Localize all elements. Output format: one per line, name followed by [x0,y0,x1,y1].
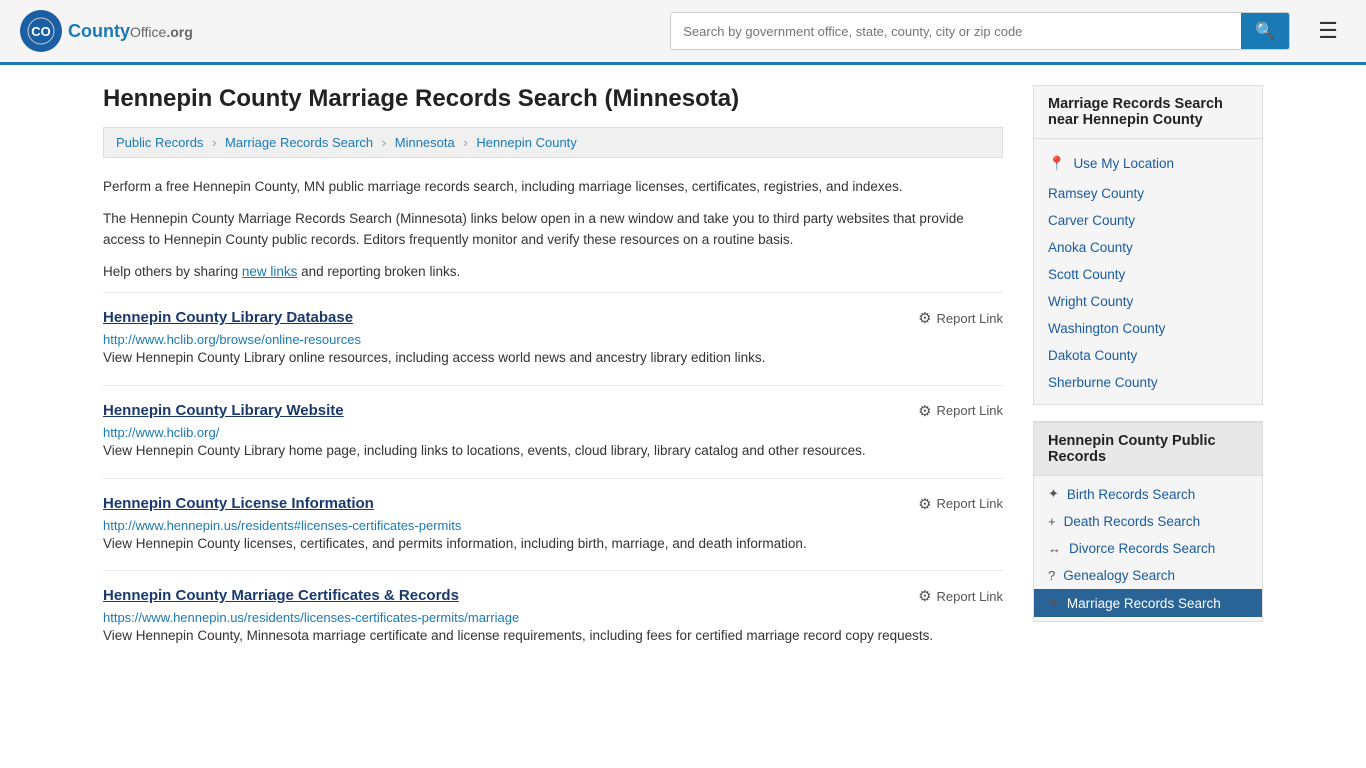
breadcrumb: Public Records › Marriage Records Search… [103,127,1003,158]
link-title[interactable]: Hennepin County Library Database [103,309,353,326]
nearby-county-link[interactable]: Washington County [1048,321,1165,336]
use-location[interactable]: 📍 Use My Location [1034,147,1262,180]
public-records-link[interactable]: Birth Records Search [1067,487,1195,502]
nearby-county-link[interactable]: Anoka County [1048,240,1133,255]
report-icon: ⚙ [918,402,931,420]
page-title: Hennepin County Marriage Records Search … [103,85,1003,113]
nearby-counties-list: Ramsey County Carver County Anoka County Sc… [1034,180,1262,396]
public-records-link[interactable]: Genealogy Search [1063,568,1175,583]
nearby-items: 📍 Use My Location Ramsey County Carver Co… [1034,139,1262,404]
report-icon: ⚙ [918,495,931,513]
public-records-item[interactable]: + Death Records Search [1034,508,1262,535]
nearby-county-item[interactable]: Anoka County [1034,234,1262,261]
nearby-county-link[interactable]: Scott County [1048,267,1125,282]
nearby-title: Marriage Records Search near Hennepin Co… [1034,86,1262,139]
nearby-county-item[interactable]: Wright County [1034,288,1262,315]
use-location-link[interactable]: Use My Location [1073,156,1174,171]
public-records-icon: ? [1048,568,1055,583]
site-header: CO CountyOffice.org 🔍 ☰ [0,0,1366,65]
nearby-county-link[interactable]: Wright County [1048,294,1133,309]
logo-text: CountyOffice.org [68,21,193,42]
main-container: Hennepin County Marriage Records Search … [83,65,1283,683]
public-records-icon: ⚭ [1048,595,1059,611]
link-url[interactable]: http://www.hclib.org/browse/online-resou… [103,332,361,347]
nearby-county-link[interactable]: Dakota County [1048,348,1137,363]
link-desc: View Hennepin County, Minnesota marriage… [103,625,1003,647]
nearby-county-item[interactable]: Ramsey County [1034,180,1262,207]
public-records-link[interactable]: Death Records Search [1064,514,1201,529]
link-desc: View Hennepin County licenses, certifica… [103,533,1003,555]
logo-icon: CO [20,10,62,52]
nearby-county-item[interactable]: Dakota County [1034,342,1262,369]
breadcrumb-marriage-records[interactable]: Marriage Records Search [225,135,373,150]
public-records-list: ✦ Birth Records Search + Death Records S… [1034,476,1262,621]
search-input[interactable] [671,13,1241,49]
link-title[interactable]: Hennepin County Marriage Certificates & … [103,587,459,604]
link-url[interactable]: http://www.hclib.org/ [103,425,219,440]
link-entry: Hennepin County Marriage Certificates & … [103,570,1003,663]
nearby-section: Marriage Records Search near Hennepin Co… [1033,85,1263,405]
link-desc: View Hennepin County Library home page, … [103,440,1003,462]
public-records-title: Hennepin County Public Records [1034,422,1262,476]
search-bar: 🔍 [670,12,1290,50]
menu-button[interactable]: ☰ [1310,14,1346,48]
public-records-link[interactable]: Marriage Records Search [1067,596,1221,611]
report-link[interactable]: ⚙ Report Link [918,402,1003,420]
search-button[interactable]: 🔍 [1241,13,1289,49]
public-records-section: Hennepin County Public Records ✦ Birth R… [1033,421,1263,622]
nearby-county-link[interactable]: Ramsey County [1048,186,1144,201]
link-entries: Hennepin County Library Database ⚙ Repor… [103,292,1003,662]
public-records-icon: ↔ [1048,541,1061,556]
report-link[interactable]: ⚙ Report Link [918,495,1003,513]
nearby-county-link[interactable]: Carver County [1048,213,1135,228]
link-entry: Hennepin County License Information ⚙ Re… [103,478,1003,571]
nearby-county-item[interactable]: Scott County [1034,261,1262,288]
link-entry: Hennepin County Library Database ⚙ Repor… [103,292,1003,385]
report-icon: ⚙ [918,309,931,327]
link-url[interactable]: http://www.hennepin.us/residents#license… [103,518,461,533]
link-title[interactable]: Hennepin County Library Website [103,402,344,419]
breadcrumb-hennepin[interactable]: Hennepin County [476,135,576,150]
link-title[interactable]: Hennepin County License Information [103,495,374,512]
nearby-county-link[interactable]: Sherburne County [1048,375,1158,390]
site-logo[interactable]: CO CountyOffice.org [20,10,193,52]
public-records-item[interactable]: ? Genealogy Search [1034,562,1262,589]
nearby-county-item[interactable]: Carver County [1034,207,1262,234]
public-records-link[interactable]: Divorce Records Search [1069,541,1215,556]
breadcrumb-minnesota[interactable]: Minnesota [395,135,455,150]
nearby-county-item[interactable]: Washington County [1034,315,1262,342]
link-desc: View Hennepin County Library online reso… [103,347,1003,369]
report-link[interactable]: ⚙ Report Link [918,587,1003,605]
public-records-icon: ✦ [1048,486,1059,502]
public-records-item[interactable]: ⚭ Marriage Records Search [1034,589,1262,617]
breadcrumb-public-records[interactable]: Public Records [116,135,203,150]
public-records-icon: + [1048,514,1056,529]
link-url[interactable]: https://www.hennepin.us/residents/licens… [103,610,519,625]
report-icon: ⚙ [918,587,931,605]
sidebar: Marriage Records Search near Hennepin Co… [1033,85,1263,663]
description-2: The Hennepin County Marriage Records Sea… [103,208,1003,251]
svg-text:CO: CO [31,24,51,39]
description-3: Help others by sharing new links and rep… [103,261,1003,283]
link-entry: Hennepin County Library Website ⚙ Report… [103,385,1003,478]
pin-icon: 📍 [1048,155,1065,172]
nearby-county-item[interactable]: Sherburne County [1034,369,1262,396]
report-link[interactable]: ⚙ Report Link [918,309,1003,327]
public-records-item[interactable]: ✦ Birth Records Search [1034,480,1262,508]
description-1: Perform a free Hennepin County, MN publi… [103,176,1003,198]
new-links-link[interactable]: new links [242,264,298,279]
public-records-item[interactable]: ↔ Divorce Records Search [1034,535,1262,562]
content-area: Hennepin County Marriage Records Search … [103,85,1003,663]
